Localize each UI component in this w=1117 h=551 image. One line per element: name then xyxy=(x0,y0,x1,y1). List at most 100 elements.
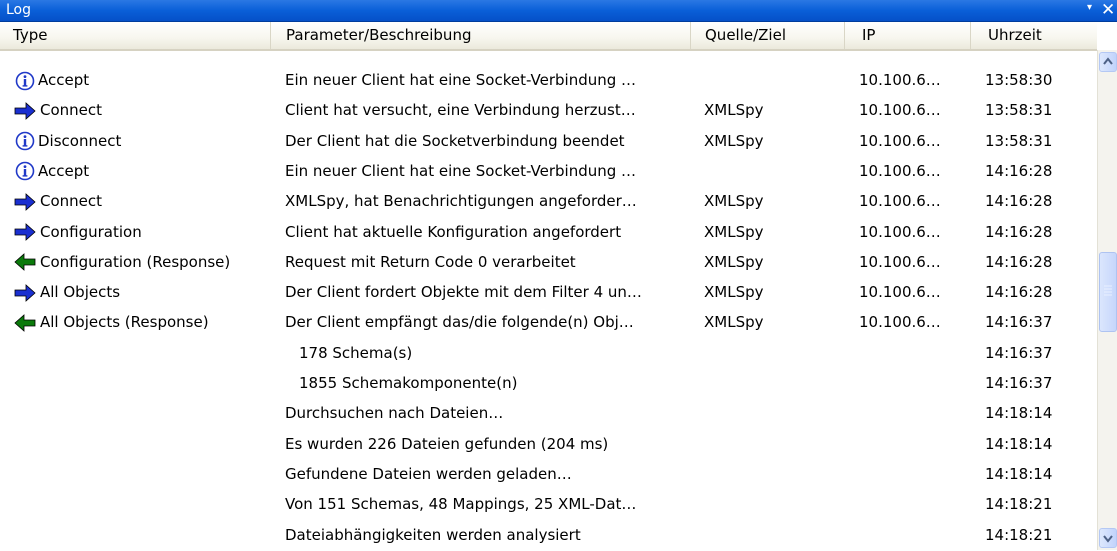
scroll-down-button[interactable] xyxy=(1099,528,1117,548)
cell-type: All Objects (Response) xyxy=(14,308,272,337)
type-label: Connect xyxy=(40,192,103,211)
table-row[interactable]: Configuration (Response) Request mit Retu… xyxy=(0,248,1097,277)
cell-type: Connect xyxy=(14,187,272,216)
cell-ip: 10.100.6… xyxy=(859,101,941,120)
cell-ip xyxy=(859,460,971,489)
table-row[interactable]: 1855 Schemakomponente(n) 14:16:37 xyxy=(0,369,1097,398)
table-row[interactable]: Accept Ein neuer Client hat eine Socket-V… xyxy=(0,157,1097,186)
type-label: Configuration xyxy=(40,222,142,241)
cell-source xyxy=(704,339,844,368)
cell-type xyxy=(14,521,272,550)
chevron-up-icon xyxy=(1103,57,1113,65)
cell-ip: 10.100.6… xyxy=(859,71,941,89)
table-row[interactable]: All Objects (Response) Der Client empfäng… xyxy=(0,308,1097,337)
cell-source xyxy=(704,66,844,95)
scroll-thumb[interactable] xyxy=(1099,252,1117,332)
cell-type xyxy=(14,399,272,428)
column-header-source[interactable]: Quelle/Ziel xyxy=(692,22,845,49)
cell-type xyxy=(14,460,272,489)
cell-ip: 10.100.6… xyxy=(859,283,941,302)
chevron-down-icon xyxy=(1103,535,1113,543)
arrow-right-icon xyxy=(14,283,36,302)
cell-ip: 10.100.6… xyxy=(859,131,941,150)
cell-ip: 10.100.6… xyxy=(859,192,941,211)
cell-description: Ein neuer Client hat eine Socket-Verbind… xyxy=(285,71,637,89)
vertical-scrollbar[interactable] xyxy=(1097,50,1117,550)
table-row[interactable]: Es wurden 226 Dateien gefunden (204 ms) 1… xyxy=(0,430,1097,459)
cell-ip xyxy=(859,490,971,519)
column-header-type[interactable]: Type xyxy=(0,22,271,49)
cell-description: Es wurden 226 Dateien gefunden (204 ms) xyxy=(285,434,609,453)
cell-source xyxy=(704,521,844,550)
cell-type: Connect xyxy=(14,96,272,125)
column-header-ip[interactable]: IP xyxy=(846,22,971,49)
arrow-left-icon xyxy=(14,253,36,272)
scroll-up-button[interactable] xyxy=(1099,52,1117,72)
cell-time: 13:58:31 xyxy=(985,131,1053,150)
cell-type: Accept xyxy=(14,157,272,186)
type-label: Connect xyxy=(40,101,103,120)
cell-source: XMLSpy xyxy=(704,222,764,241)
type-label: All Objects xyxy=(40,283,121,302)
cell-source: XMLSpy xyxy=(704,192,764,211)
cell-source xyxy=(704,369,844,398)
dropdown-icon[interactable]: ▾ xyxy=(1087,2,1092,13)
type-label: Configuration (Response) xyxy=(40,252,231,271)
cell-description: 178 Schema(s) xyxy=(299,343,413,362)
table-row[interactable]: All Objects Der Client fordert Objekte mi… xyxy=(0,278,1097,307)
table-row[interactable]: 178 Schema(s) 14:16:37 xyxy=(0,339,1097,368)
cell-type: All Objects xyxy=(14,278,272,307)
column-header-description[interactable]: Parameter/Beschreibung xyxy=(272,22,691,49)
cell-description: Gefundene Dateien werden geladen… xyxy=(285,464,572,483)
cell-ip xyxy=(859,339,971,368)
table-row[interactable]: Connect XMLSpy, hat Benachrichtigungen an… xyxy=(0,187,1097,216)
column-header: Type Parameter/Beschreibung Quelle/Ziel … xyxy=(0,22,1097,51)
cell-time: 14:18:21 xyxy=(985,525,1053,544)
cell-description: Der Client fordert Objekte mit dem Filte… xyxy=(285,283,642,302)
cell-time: 14:16:28 xyxy=(985,252,1053,271)
cell-description: Von 151 Schemas, 48 Mappings, 25 XML-Dat… xyxy=(285,495,637,514)
cell-description: Dateiabhängigkeiten werden analysiert xyxy=(285,525,581,544)
grip-icon xyxy=(1104,285,1112,296)
table-row[interactable]: Disconnect Der Client hat die Socketverbi… xyxy=(0,127,1097,156)
cell-source xyxy=(704,157,844,186)
cell-type xyxy=(14,490,272,519)
cell-ip xyxy=(859,399,971,428)
cell-ip xyxy=(859,430,971,459)
table-row[interactable]: Gefundene Dateien werden geladen… 14:18:1… xyxy=(0,460,1097,489)
cell-ip xyxy=(859,521,971,550)
table-row[interactable]: Dateiabhängigkeiten werden analysiert 14:… xyxy=(0,521,1097,550)
cell-type xyxy=(14,369,272,398)
cell-type: Configuration (Response) xyxy=(14,248,272,277)
arrow-right-icon xyxy=(14,192,36,211)
table-row[interactable]: Durchsuchen nach Dateien… 14:18:14 xyxy=(0,399,1097,428)
cell-source: XMLSpy xyxy=(704,131,764,150)
cell-description: Durchsuchen nach Dateien… xyxy=(285,404,504,423)
column-header-time[interactable]: Uhrzeit xyxy=(972,22,1097,49)
table-row[interactable]: Connect Client hat versucht, eine Verbind… xyxy=(0,96,1097,125)
cell-type xyxy=(14,430,272,459)
close-icon[interactable]: ✕ xyxy=(1101,0,1115,21)
cell-source: XMLSpy xyxy=(704,283,764,302)
window-title: Log xyxy=(6,2,32,18)
cell-source xyxy=(704,399,844,428)
cell-time: 14:16:37 xyxy=(985,313,1053,332)
cell-ip: 10.100.6… xyxy=(859,222,941,241)
type-label: Disconnect xyxy=(38,131,122,150)
cell-source: XMLSpy xyxy=(704,101,764,120)
table-row[interactable]: Configuration Client hat aktuelle Konfigu… xyxy=(0,218,1097,247)
arrow-right-icon xyxy=(14,223,36,241)
table-row[interactable]: Accept Ein neuer Client hat eine Socket-V… xyxy=(0,66,1097,95)
cell-description: Ein neuer Client hat eine Socket-Verbind… xyxy=(285,161,637,180)
cell-description: Client hat aktuelle Konfiguration angefo… xyxy=(285,222,622,241)
cell-source xyxy=(704,490,844,519)
cell-source: XMLSpy xyxy=(704,252,764,271)
cell-type: Disconnect xyxy=(14,127,272,156)
cell-source xyxy=(704,460,844,489)
cell-source: XMLSpy xyxy=(704,313,764,332)
info-icon xyxy=(15,162,35,181)
type-label: Accept xyxy=(38,71,90,89)
info-icon xyxy=(15,131,35,151)
table-row[interactable]: Von 151 Schemas, 48 Mappings, 25 XML-Dat… xyxy=(0,490,1097,519)
cell-time: 14:16:28 xyxy=(985,283,1053,302)
